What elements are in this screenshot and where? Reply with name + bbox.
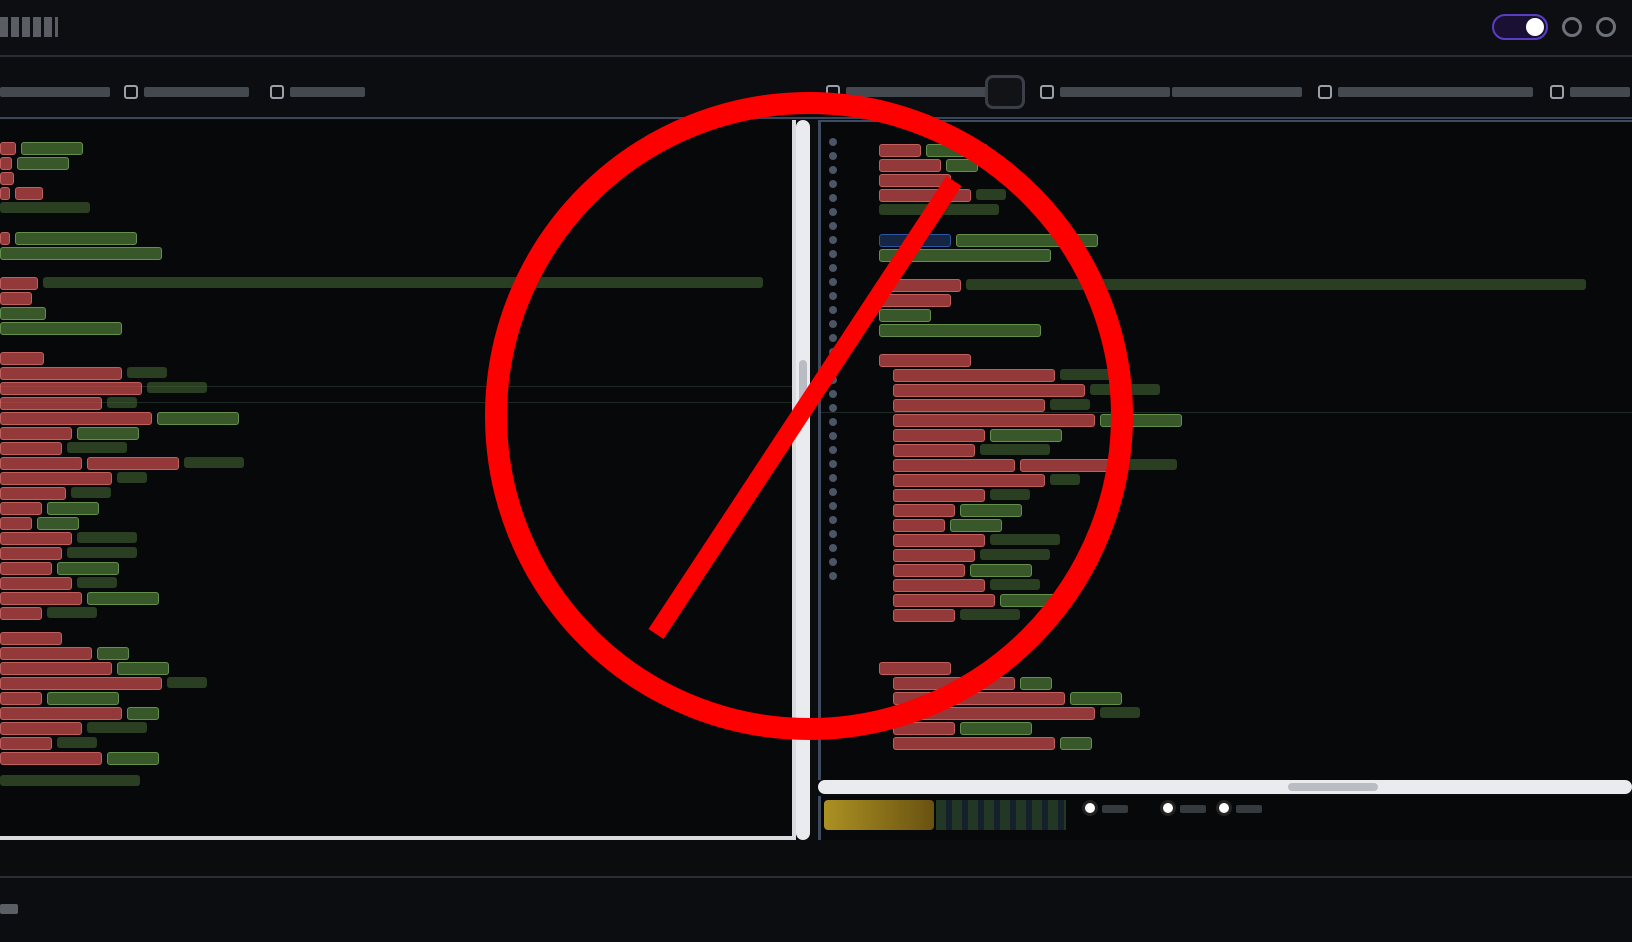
toolbar-item[interactable] <box>1318 82 1533 102</box>
radio-option[interactable] <box>1160 800 1176 816</box>
toolbar-item[interactable] <box>270 82 365 102</box>
option-icon <box>826 85 840 99</box>
account-icon[interactable] <box>1596 17 1616 37</box>
toolbar-item[interactable] <box>0 82 110 102</box>
toolbar-item[interactable] <box>1040 82 1170 102</box>
toolbar-item[interactable] <box>1172 82 1302 102</box>
toolbar-item[interactable] <box>1550 82 1630 102</box>
option-icon <box>124 85 138 99</box>
settings-icon[interactable] <box>1562 17 1582 37</box>
radio-label <box>1180 805 1206 813</box>
toolbar-item[interactable] <box>124 82 249 102</box>
title-bar <box>0 0 1632 57</box>
line-gutter <box>821 132 843 772</box>
option-icon <box>1550 85 1564 99</box>
status-text <box>0 904 18 914</box>
theme-toggle[interactable] <box>1492 14 1548 40</box>
radio-label <box>1102 805 1128 813</box>
toolbar-item[interactable] <box>826 82 991 102</box>
toolbar-square-button[interactable] <box>985 75 1025 109</box>
radio-option[interactable] <box>1216 800 1232 816</box>
minimap-region <box>936 800 1066 830</box>
radio-option[interactable] <box>1082 800 1098 816</box>
minimap-thumb[interactable] <box>824 800 934 830</box>
pane-splitter[interactable] <box>796 120 810 840</box>
option-icon <box>1040 85 1054 99</box>
horizontal-scrollbar[interactable] <box>818 780 1632 794</box>
option-icon <box>270 85 284 99</box>
status-bar <box>0 876 1632 942</box>
app-title <box>0 17 58 37</box>
option-icon <box>1318 85 1332 99</box>
toggle-knob <box>1526 18 1544 36</box>
radio-label <box>1236 805 1262 813</box>
left-diff-pane[interactable] <box>0 120 796 840</box>
right-diff-pane[interactable] <box>818 120 1632 780</box>
